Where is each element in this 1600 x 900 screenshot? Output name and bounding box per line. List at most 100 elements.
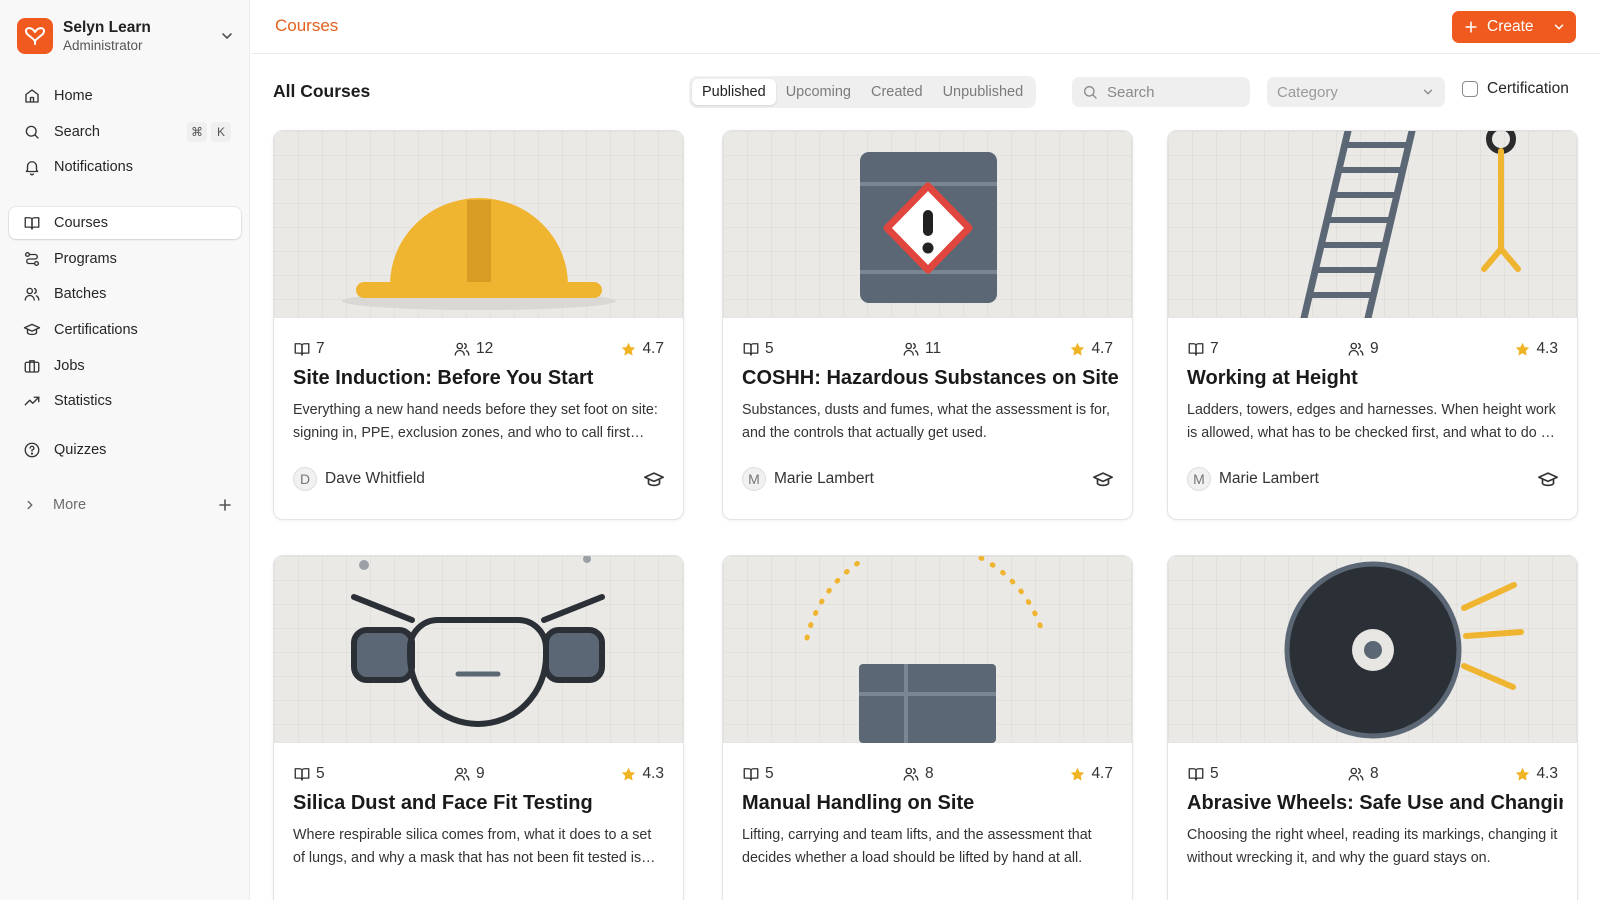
certification-filter[interactable]: Certification bbox=[1462, 80, 1569, 98]
sidebar-item-batches[interactable]: Batches bbox=[9, 278, 241, 310]
sidebar-item-courses[interactable]: Courses bbox=[9, 207, 241, 239]
avatar: M bbox=[742, 467, 766, 491]
briefcase-icon bbox=[23, 357, 41, 375]
book-open-icon bbox=[743, 343, 759, 356]
student-count-value: 8 bbox=[925, 765, 934, 782]
sidebar-item-label: Courses bbox=[54, 215, 108, 231]
course-author: M Marie Lambert bbox=[742, 467, 874, 491]
trending-up-icon bbox=[23, 392, 41, 410]
course-meta: 5 9 4.3 bbox=[293, 764, 664, 784]
lesson-count-value: 5 bbox=[316, 765, 325, 782]
users-icon bbox=[454, 767, 470, 781]
route-icon bbox=[23, 250, 41, 268]
course-card[interactable]: 7 9 4.3 Working at Height Ladders, tower… bbox=[1167, 130, 1578, 520]
chevron-right-icon bbox=[27, 500, 33, 510]
sidebar-item-quizzes[interactable]: Quizzes bbox=[9, 434, 241, 466]
search-input[interactable] bbox=[1107, 83, 1237, 101]
course-description: Substances, dusts and fumes, what the as… bbox=[742, 402, 1110, 441]
lesson-count-value: 5 bbox=[1210, 765, 1219, 782]
lesson-count: 7 bbox=[293, 340, 325, 358]
workspace-switcher[interactable]: Selyn Learn Administrator bbox=[17, 17, 235, 55]
sidebar-main-nav: Courses Programs Batches Certifications … bbox=[9, 207, 241, 421]
lesson-count-value: 7 bbox=[1210, 340, 1219, 357]
chevron-down-icon bbox=[222, 33, 232, 39]
course-meta: 5 8 4.3 bbox=[1187, 764, 1558, 784]
course-thumbnail bbox=[274, 556, 683, 743]
student-count-value: 12 bbox=[476, 340, 494, 357]
app-name: Selyn Learn bbox=[63, 18, 151, 36]
sidebar-item-programs[interactable]: Programs bbox=[9, 243, 241, 275]
sidebar-extra-nav: Quizzes bbox=[9, 434, 241, 470]
status-tabs: Published Upcoming Created Unpublished bbox=[689, 76, 1037, 108]
help-circle-icon bbox=[23, 441, 41, 459]
users-icon bbox=[1348, 342, 1364, 356]
respirator-illustration bbox=[351, 556, 605, 727]
sidebar-item-home[interactable]: Home bbox=[9, 80, 241, 112]
course-card[interactable]: 5 9 4.3 Silica Dust and Face Fit Testing… bbox=[273, 555, 684, 900]
sidebar-item-label: Quizzes bbox=[54, 442, 107, 458]
author-name: Dave Whitfield bbox=[325, 470, 425, 487]
rating-value: 4.3 bbox=[642, 765, 664, 782]
star-icon bbox=[1071, 342, 1085, 356]
student-count-value: 11 bbox=[925, 340, 942, 357]
lesson-count: 5 bbox=[1187, 765, 1219, 783]
course-meta: 5 11 4.7 bbox=[742, 339, 1113, 359]
sidebar-item-label: Certifications bbox=[54, 322, 138, 339]
student-count-value: 8 bbox=[1370, 765, 1379, 782]
certification-checkbox[interactable] bbox=[1462, 81, 1478, 97]
graduation-cap-icon bbox=[644, 472, 664, 487]
course-title: Manual Handling on Site bbox=[742, 792, 975, 814]
sidebar-more-toggle[interactable]: More bbox=[23, 493, 233, 517]
course-author: D Dave Whitfield bbox=[293, 467, 425, 491]
course-thumbnail bbox=[1168, 556, 1577, 743]
top-bar: Courses Create bbox=[251, 0, 1600, 54]
course-card[interactable]: 5 8 4.7 Manual Handling on Site Lifting,… bbox=[722, 555, 1133, 900]
graduation-cap-icon bbox=[1538, 472, 1558, 487]
plus-icon[interactable] bbox=[217, 497, 233, 513]
chevron-down-icon bbox=[1554, 24, 1564, 30]
more-label: More bbox=[53, 497, 87, 513]
course-author: M Marie Lambert bbox=[1187, 467, 1319, 491]
course-title: Working at Height bbox=[1187, 367, 1358, 389]
keyboard-shortcut: ⌘ K bbox=[187, 121, 231, 142]
sidebar-item-statistics[interactable]: Statistics bbox=[9, 385, 241, 417]
tab-created[interactable]: Created bbox=[861, 79, 933, 105]
course-rating: 4.3 bbox=[620, 765, 664, 783]
category-select[interactable]: Category bbox=[1267, 77, 1445, 107]
course-card[interactable]: 5 8 4.3 Abrasive Wheels: Safe Use and Ch… bbox=[1167, 555, 1578, 900]
lesson-count: 5 bbox=[293, 765, 325, 783]
hazard-drum-illustration bbox=[860, 152, 997, 303]
sidebar-item-certifications[interactable]: Certifications bbox=[9, 314, 241, 346]
course-rating: 4.3 bbox=[1514, 765, 1558, 783]
book-open-icon bbox=[743, 768, 759, 781]
sidebar-top-nav: Home Search ⌘ K Notifications bbox=[9, 80, 241, 187]
graduation-cap-icon bbox=[23, 321, 41, 339]
tab-unpublished[interactable]: Unpublished bbox=[933, 79, 1034, 105]
course-meta: 5 8 4.7 bbox=[742, 764, 1113, 784]
course-thumbnail bbox=[274, 131, 683, 318]
course-card[interactable]: 7 12 4.7 Site Induction: Before You Star… bbox=[273, 130, 684, 520]
course-card[interactable]: 5 11 4.7 COSHH: Hazardous Substances on … bbox=[722, 130, 1133, 520]
box-illustration bbox=[804, 556, 1044, 743]
app-logo-icon bbox=[17, 18, 53, 54]
book-open-icon bbox=[23, 214, 41, 232]
author-name: Marie Lambert bbox=[1219, 470, 1319, 487]
rating-value: 4.7 bbox=[1091, 765, 1113, 782]
graduation-cap-icon bbox=[1093, 472, 1113, 487]
k-key: K bbox=[211, 121, 231, 142]
course-title: COSHH: Hazardous Substances on Site bbox=[742, 367, 1118, 389]
breadcrumb[interactable]: Courses bbox=[275, 16, 338, 36]
create-label: Create bbox=[1487, 18, 1534, 35]
course-title: Site Induction: Before You Start bbox=[293, 367, 594, 389]
tab-upcoming[interactable]: Upcoming bbox=[776, 79, 861, 105]
tab-published[interactable]: Published bbox=[692, 79, 776, 105]
sidebar-item-label: Search bbox=[54, 123, 100, 140]
bell-icon bbox=[23, 158, 41, 176]
book-open-icon bbox=[1188, 768, 1204, 781]
author-name: Marie Lambert bbox=[774, 470, 874, 487]
create-button[interactable]: Create bbox=[1452, 11, 1576, 43]
sidebar-item-jobs[interactable]: Jobs bbox=[9, 350, 241, 382]
sidebar-item-notifications[interactable]: Notifications bbox=[9, 151, 241, 183]
users-icon bbox=[23, 285, 41, 303]
sidebar-item-search[interactable]: Search ⌘ K bbox=[9, 116, 241, 148]
